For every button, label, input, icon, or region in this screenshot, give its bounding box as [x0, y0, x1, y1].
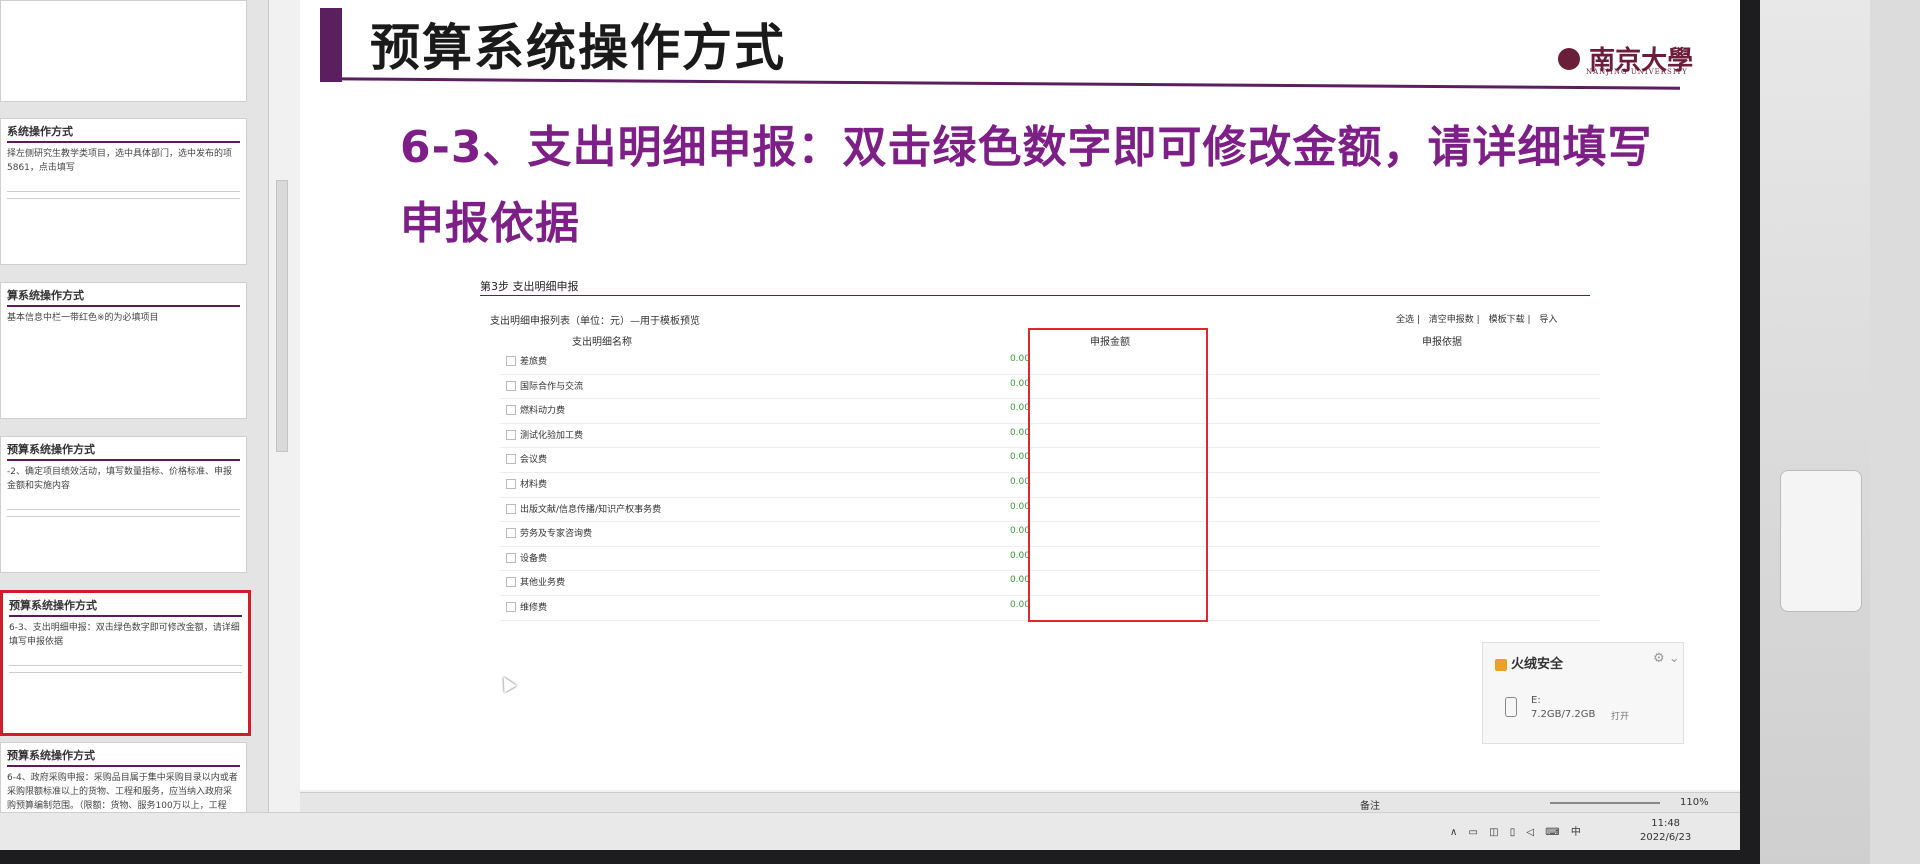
row-name: 测试化验加工费: [520, 430, 584, 441]
slide-thumbnail-4-active[interactable]: 预算系统操作方式 6-3、支出明细申报：双击绿色数字即可修改金额，请详细填写申报…: [0, 590, 251, 736]
windows-taskbar: ∧ ▭ ◫ ▯ ◁ ⌨ 中 11:48 2022/6/23: [0, 812, 1740, 850]
thumbnail-body: 6-3、支出明细申报：双击绿色数字即可修改金额，请详细填写申报依据: [9, 623, 240, 647]
row-name: 出版文献/信息传播/知识产权事务费: [520, 504, 662, 515]
clock-date: 2022/6/23: [1640, 832, 1692, 843]
row-amount[interactable]: 0.00: [940, 379, 1030, 389]
row-amount[interactable]: 0.00: [940, 526, 1030, 536]
popup-title: 火绒安全: [1511, 657, 1564, 672]
row-name: 劳务及专家咨询费: [520, 529, 593, 540]
notes-toggle-button[interactable]: 备注: [1360, 797, 1380, 812]
row-checkbox[interactable]: [506, 601, 516, 612]
row-name: 差旅费: [520, 357, 548, 367]
row-name: 维修费: [520, 602, 548, 613]
clear-amount-button[interactable]: 清空申报数: [1429, 315, 1474, 325]
usb-drive-icon: [1505, 697, 1517, 717]
slide-thumbnail-0[interactable]: [0, 0, 247, 102]
row-name: 国际合作与交流: [520, 381, 584, 392]
wall-edge: [1870, 0, 1920, 864]
row-amount[interactable]: 0.00: [940, 551, 1030, 561]
thumbnail-title: 系统操作方式: [7, 125, 73, 138]
table-toolbar: 全选 | 清空申报数 | 模板下载 | 导入: [1396, 315, 1558, 325]
popup-header: 火绒安全: [1495, 653, 1563, 672]
kettle-object: [1780, 470, 1862, 612]
row-amount[interactable]: 0.00: [940, 477, 1030, 487]
title-rule: [320, 77, 1680, 90]
thumbnail-title: 预算系统操作方式: [7, 749, 95, 762]
editor-status-bar: 备注 110%: [300, 792, 1740, 813]
security-usb-popup: 火绒安全 ⚙ ⌄ E: 7.2GB/7.2GB 打开: [1482, 642, 1684, 744]
huorong-shield-icon: [1495, 658, 1507, 671]
university-seal-icon: [1558, 47, 1580, 70]
row-name: 其他业务费: [520, 578, 566, 589]
step-rule: [480, 295, 1590, 296]
slide-title: 预算系统操作方式: [370, 19, 786, 77]
zoom-slider[interactable]: [1550, 802, 1660, 804]
row-checkbox[interactable]: [506, 577, 516, 588]
row-amount[interactable]: 0.00: [940, 502, 1030, 512]
thumbnail-title: 算系统操作方式: [7, 289, 84, 302]
row-amount[interactable]: 0.00: [940, 452, 1030, 462]
university-logo: 南京大學 NANJING UNIVERSITY: [1558, 40, 1693, 77]
row-amount[interactable]: 0.00: [940, 354, 1030, 364]
slide-thumbnail-2[interactable]: 算系统操作方式 基本信息中栏一带红色※的为必填项目: [0, 282, 247, 419]
slide-thumbnail-3[interactable]: 预算系统操作方式 -2、确定项目绩效活动，填写数量指标、价格标准、申报金额和实施…: [0, 436, 247, 573]
thumbnail-table-preview: [7, 503, 240, 523]
row-amount[interactable]: 0.00: [940, 428, 1030, 438]
row-name: 材料费: [520, 479, 548, 490]
drive-letter: E:: [1531, 695, 1541, 706]
zoom-level[interactable]: 110%: [1680, 797, 1709, 808]
thumbnail-title: 预算系统操作方式: [7, 443, 95, 456]
ime-indicator[interactable]: 中: [1571, 827, 1585, 838]
logo-english-text: NANJING UNIVERSITY: [1586, 68, 1688, 76]
thumbnail-scrollbar[interactable]: [276, 180, 288, 452]
title-accent-bar: [320, 8, 342, 82]
row-checkbox[interactable]: [506, 552, 516, 563]
row-name: 燃料动力费: [520, 406, 566, 417]
row-checkbox[interactable]: [506, 478, 516, 489]
row-amount[interactable]: 0.00: [940, 600, 1030, 610]
row-checkbox[interactable]: [506, 429, 516, 440]
row-checkbox[interactable]: [506, 503, 516, 514]
import-button[interactable]: 导入: [1539, 315, 1557, 325]
monitor-screen: 系统操作方式 择左侧研究生教学类项目，选中具体部门，选中发布的项 5861，点击…: [0, 0, 1740, 850]
template-download-button[interactable]: 模板下载: [1489, 315, 1525, 325]
open-drive-button[interactable]: 打开: [1611, 709, 1629, 722]
row-checkbox[interactable]: [506, 380, 516, 391]
thumbnail-title: 预算系统操作方式: [9, 599, 97, 612]
thumbnail-table-preview: [9, 659, 242, 679]
row-checkbox[interactable]: [506, 454, 516, 465]
row-amount[interactable]: 0.00: [940, 575, 1030, 585]
thumbnail-body: 择左侧研究生教学类项目，选中具体部门，选中发布的项 5861，点击填写: [7, 149, 233, 173]
row-checkbox[interactable]: [506, 356, 516, 366]
taskbar-clock[interactable]: 11:48 2022/6/23: [1640, 817, 1691, 845]
column-header-basis: 申报依据: [1422, 337, 1462, 348]
gear-icon[interactable]: ⚙ ⌄: [1653, 651, 1680, 666]
row-amount[interactable]: 0.00: [940, 403, 1030, 413]
drive-capacity: 7.2GB/7.2GB: [1531, 709, 1596, 720]
slide-thumbnail-panel: 系统操作方式 择左侧研究生教学类项目，选中具体部门，选中发布的项 5861，点击…: [0, 0, 269, 850]
room-background: [1760, 0, 1920, 864]
thumbnail-body: -2、确定项目绩效活动，填写数量指标、价格标准、申报金额和实施内容: [7, 467, 232, 491]
row-checkbox[interactable]: [506, 405, 516, 416]
thumbnail-table-preview: [7, 185, 240, 205]
select-all-button[interactable]: 全选: [1396, 315, 1414, 325]
amount-column-highlight-box: [1028, 328, 1208, 622]
slide-thumbnail-1[interactable]: 系统操作方式 择左侧研究生教学类项目，选中具体部门，选中发布的项 5861，点击…: [0, 118, 247, 265]
table-caption: 支出明细申报列表（单位：元）—用于模板预览: [490, 316, 700, 327]
row-name: 设备费: [520, 553, 548, 564]
slide-headline: 6-3、支出明细申报：双击绿色数字即可修改金额，请详细填写申报依据: [400, 122, 1653, 249]
row-checkbox[interactable]: [506, 528, 516, 539]
column-header-name: 支出明细名称: [572, 337, 632, 348]
clock-time: 11:48: [1651, 818, 1681, 829]
row-name: 会议费: [520, 455, 548, 466]
step-label: 第3步 支出明细申报: [480, 280, 579, 293]
thumbnail-body: 基本信息中栏一带红色※的为必填项目: [7, 313, 159, 323]
system-tray-icons[interactable]: ∧ ▭ ◫ ▯ ◁ ⌨ 中: [1450, 823, 1585, 838]
